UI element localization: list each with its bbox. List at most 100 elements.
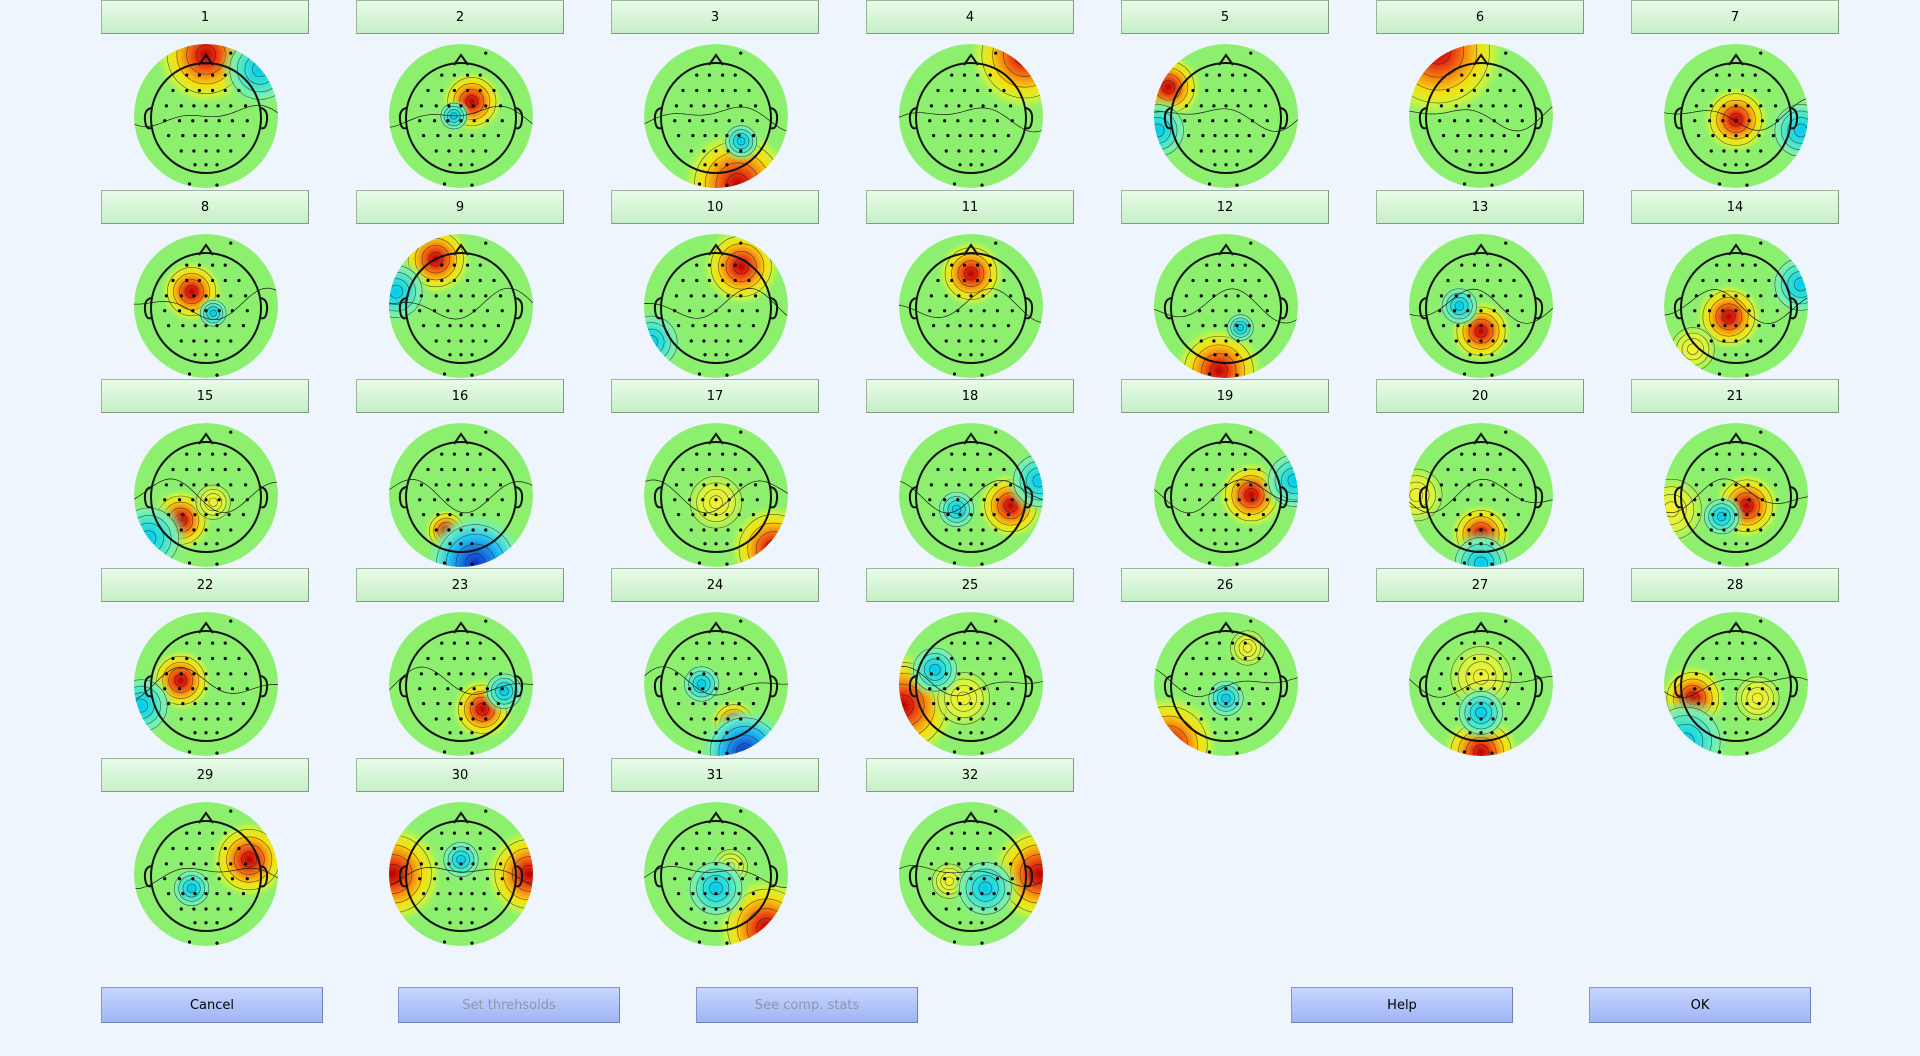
component-label-button[interactable]: 21 xyxy=(1631,379,1839,413)
cancel-button[interactable]: Cancel xyxy=(101,987,323,1023)
component-label-button[interactable]: 24 xyxy=(611,568,819,602)
component-cell: 24 xyxy=(611,568,821,758)
topographic-map[interactable] xyxy=(1408,611,1554,757)
component-label-button[interactable]: 27 xyxy=(1376,568,1584,602)
component-cell: 2 xyxy=(356,0,566,190)
component-label-button[interactable]: 11 xyxy=(866,190,1074,224)
component-label-button[interactable]: 3 xyxy=(611,0,819,34)
topographic-map[interactable] xyxy=(133,422,279,568)
topographic-map[interactable] xyxy=(898,801,1044,947)
component-cell: 7 xyxy=(1631,0,1841,190)
component-label-button[interactable]: 12 xyxy=(1121,190,1329,224)
component-cell: 10 xyxy=(611,190,821,380)
component-cell: 6 xyxy=(1376,0,1586,190)
component-label-button[interactable]: 16 xyxy=(356,379,564,413)
component-label-button[interactable]: 32 xyxy=(866,758,1074,792)
topographic-map[interactable] xyxy=(898,422,1044,568)
component-cell: 27 xyxy=(1376,568,1586,758)
component-label-button[interactable]: 29 xyxy=(101,758,309,792)
component-cell: 3 xyxy=(611,0,821,190)
component-cell: 16 xyxy=(356,379,566,569)
component-cell: 20 xyxy=(1376,379,1586,569)
topographic-map[interactable] xyxy=(1153,233,1299,379)
component-cell: 26 xyxy=(1121,568,1331,758)
topographic-map[interactable] xyxy=(1663,233,1809,379)
help-button[interactable]: Help xyxy=(1291,987,1513,1023)
component-label-button[interactable]: 13 xyxy=(1376,190,1584,224)
component-label-button[interactable]: 18 xyxy=(866,379,1074,413)
component-cell: 28 xyxy=(1631,568,1841,758)
component-label-button[interactable]: 31 xyxy=(611,758,819,792)
component-label-button[interactable]: 7 xyxy=(1631,0,1839,34)
component-cell: 9 xyxy=(356,190,566,380)
component-label-button[interactable]: 1 xyxy=(101,0,309,34)
component-cell: 22 xyxy=(101,568,311,758)
component-label-button[interactable]: 14 xyxy=(1631,190,1839,224)
component-label-button[interactable]: 25 xyxy=(866,568,1074,602)
component-cell: 30 xyxy=(356,758,566,948)
topographic-map[interactable] xyxy=(133,233,279,379)
topographic-map[interactable] xyxy=(898,611,1044,757)
topographic-map[interactable] xyxy=(1153,611,1299,757)
component-cell: 12 xyxy=(1121,190,1331,380)
component-cell: 25 xyxy=(866,568,1076,758)
component-cell: 4 xyxy=(866,0,1076,190)
see-comp-stats-button: See comp. stats xyxy=(696,987,918,1023)
component-label-button[interactable]: 4 xyxy=(866,0,1074,34)
component-label-button[interactable]: 22 xyxy=(101,568,309,602)
component-cell: 18 xyxy=(866,379,1076,569)
topographic-map[interactable] xyxy=(388,422,534,568)
topographic-map[interactable] xyxy=(388,801,534,947)
topographic-map[interactable] xyxy=(1408,422,1554,568)
component-label-button[interactable]: 9 xyxy=(356,190,564,224)
component-selection-window: 1 2 3 4 5 6 7 8 9 10 11 12 13 14 15 16 17 18 19 20 21 22 23 24 2… xyxy=(0,0,1920,1056)
topographic-map[interactable] xyxy=(1408,233,1554,379)
component-cell: 5 xyxy=(1121,0,1331,190)
topographic-map[interactable] xyxy=(388,43,534,189)
topographic-map[interactable] xyxy=(643,801,789,947)
component-label-button[interactable]: 20 xyxy=(1376,379,1584,413)
topographic-map[interactable] xyxy=(643,611,789,757)
component-cell: 1 xyxy=(101,0,311,190)
topographic-map[interactable] xyxy=(643,422,789,568)
topographic-map[interactable] xyxy=(1153,422,1299,568)
topographic-map[interactable] xyxy=(898,233,1044,379)
topographic-map[interactable] xyxy=(1663,611,1809,757)
topographic-map[interactable] xyxy=(388,611,534,757)
component-label-button[interactable]: 2 xyxy=(356,0,564,34)
component-label-button[interactable]: 30 xyxy=(356,758,564,792)
component-cell: 14 xyxy=(1631,190,1841,380)
topographic-map[interactable] xyxy=(643,43,789,189)
set-thresholds-button: Set threhsolds xyxy=(398,987,620,1023)
component-label-button[interactable]: 8 xyxy=(101,190,309,224)
component-cell: 31 xyxy=(611,758,821,948)
component-cell: 32 xyxy=(866,758,1076,948)
component-cell: 17 xyxy=(611,379,821,569)
topographic-map[interactable] xyxy=(133,611,279,757)
topographic-map[interactable] xyxy=(133,43,279,189)
topographic-map[interactable] xyxy=(1408,43,1554,189)
component-label-button[interactable]: 5 xyxy=(1121,0,1329,34)
topographic-map[interactable] xyxy=(388,233,534,379)
component-label-button[interactable]: 10 xyxy=(611,190,819,224)
component-cell: 23 xyxy=(356,568,566,758)
topographic-map[interactable] xyxy=(643,233,789,379)
component-cell: 19 xyxy=(1121,379,1331,569)
component-label-button[interactable]: 6 xyxy=(1376,0,1584,34)
component-label-button[interactable]: 19 xyxy=(1121,379,1329,413)
topographic-map[interactable] xyxy=(1663,43,1809,189)
component-cell: 21 xyxy=(1631,379,1841,569)
component-label-button[interactable]: 23 xyxy=(356,568,564,602)
topographic-map[interactable] xyxy=(1663,422,1809,568)
component-label-button[interactable]: 17 xyxy=(611,379,819,413)
topographic-map[interactable] xyxy=(1153,43,1299,189)
ok-button[interactable]: OK xyxy=(1589,987,1811,1023)
topographic-map[interactable] xyxy=(898,43,1044,189)
component-cell: 29 xyxy=(101,758,311,948)
component-cell: 15 xyxy=(101,379,311,569)
component-label-button[interactable]: 26 xyxy=(1121,568,1329,602)
component-label-button[interactable]: 28 xyxy=(1631,568,1839,602)
component-cell: 13 xyxy=(1376,190,1586,380)
component-label-button[interactable]: 15 xyxy=(101,379,309,413)
topographic-map[interactable] xyxy=(133,801,279,947)
